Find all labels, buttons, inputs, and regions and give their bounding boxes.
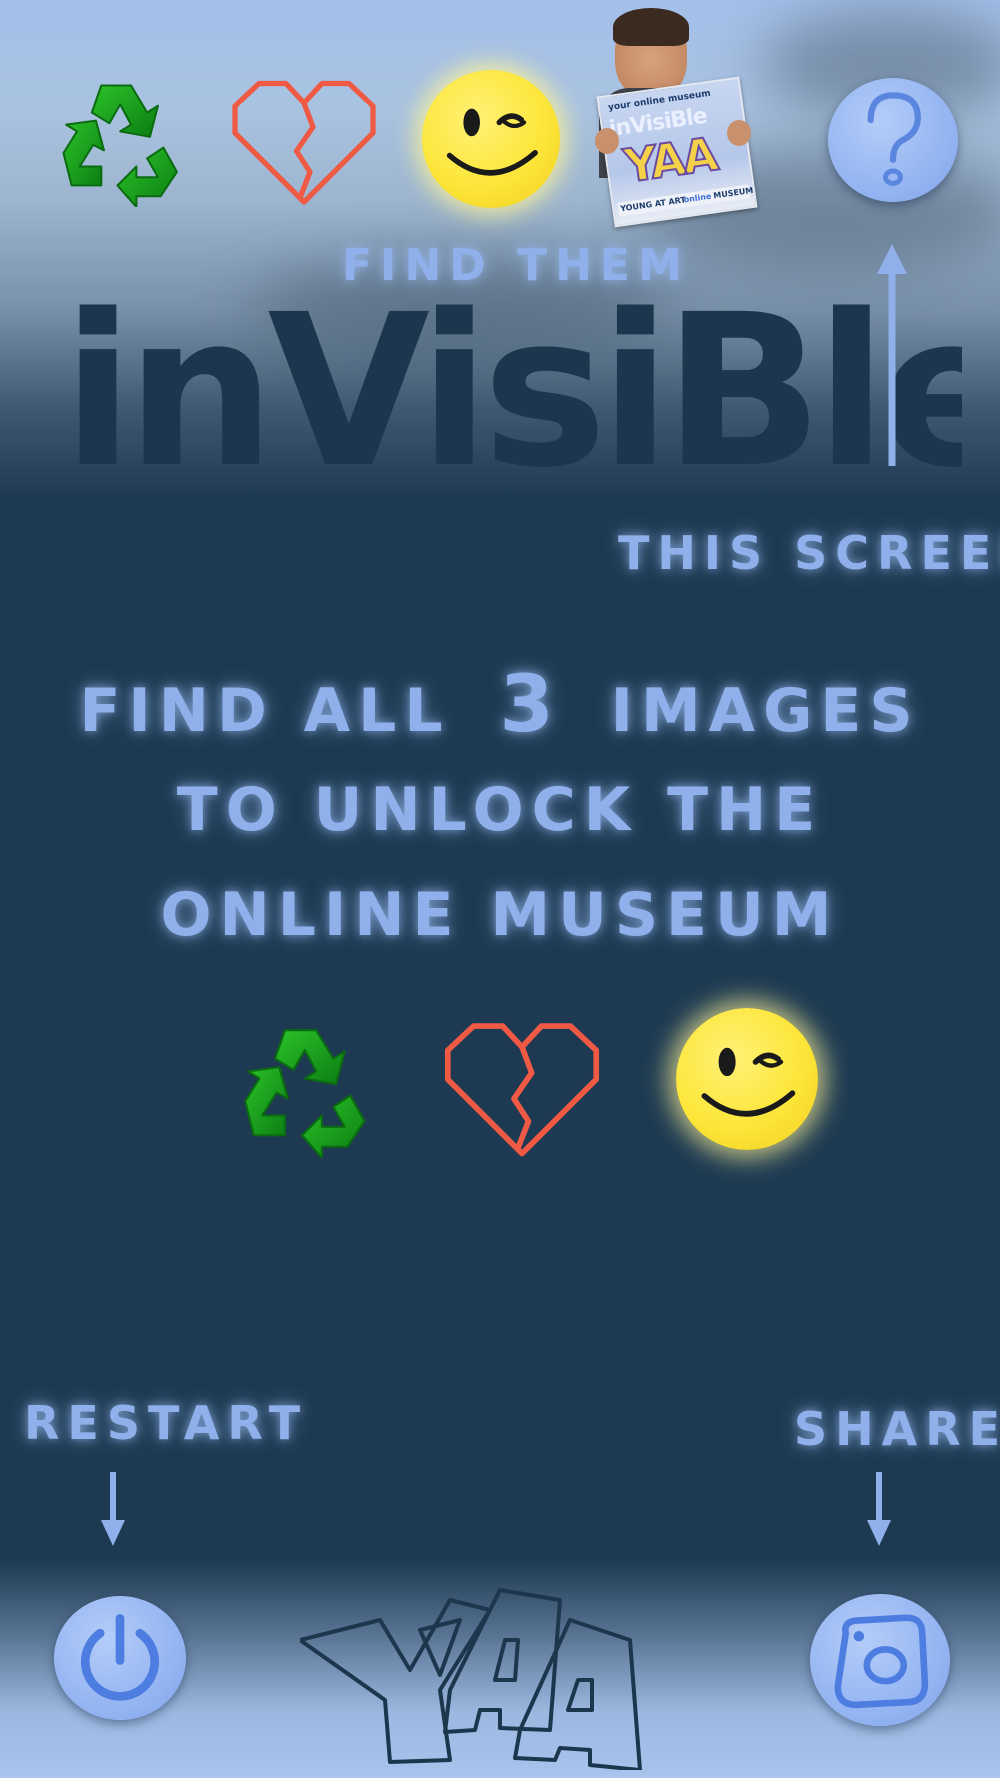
child-hair [613,8,689,46]
instruction-line-1-after: IMAGES [610,676,921,746]
instruction-line-1: FIND ALL 3 IMAGES [0,660,1000,750]
sign-footer-left: YOUNG AT ART [619,195,687,214]
child-hand-left [595,128,619,154]
instruction-line-1-before: FIND ALL [79,676,451,746]
instruction-line-2: TO UNLOCK THE [176,775,824,845]
find-them-label: FIND THEM [342,240,690,291]
sign-footer-mid: online [683,191,712,205]
museum-sign: your online museum inVisiBle YAA YOUNG A… [596,76,758,228]
target-broken-heart-icon [440,1018,604,1160]
help-button[interactable] [828,78,958,202]
up-arrow-icon [877,244,907,466]
museum-photo[interactable]: your online museum inVisiBle YAA YOUNG A… [595,8,758,228]
power-icon [80,1613,160,1701]
found-broken-heart-icon [228,76,380,208]
share-button[interactable] [810,1594,950,1726]
down-arrow-icon [867,1472,891,1546]
sign-brand: YAA [620,126,720,194]
this-screen-label: THIS SCREEN [618,526,1000,580]
yaa-logo [298,1580,700,1772]
found-recycle-icon [45,72,190,209]
instruction-line-3: ONLINE MUSEUM [160,880,840,950]
instruction-image-count: 3 [499,660,562,750]
down-arrow-icon [101,1472,125,1546]
question-mark-icon [867,92,921,186]
target-recycle-icon [228,1016,376,1160]
child-hand-right [727,120,751,146]
sign-footer-right: MUSEUM [712,185,754,201]
camera-icon [834,1614,929,1709]
restart-button[interactable] [54,1596,186,1720]
restart-label: RESTART [24,1396,309,1450]
target-wink-smiley-icon [676,1008,818,1150]
found-wink-smiley-icon [422,70,560,208]
share-label: SHARE [794,1402,1000,1456]
invisible-title: inVisiBle [62,292,962,492]
